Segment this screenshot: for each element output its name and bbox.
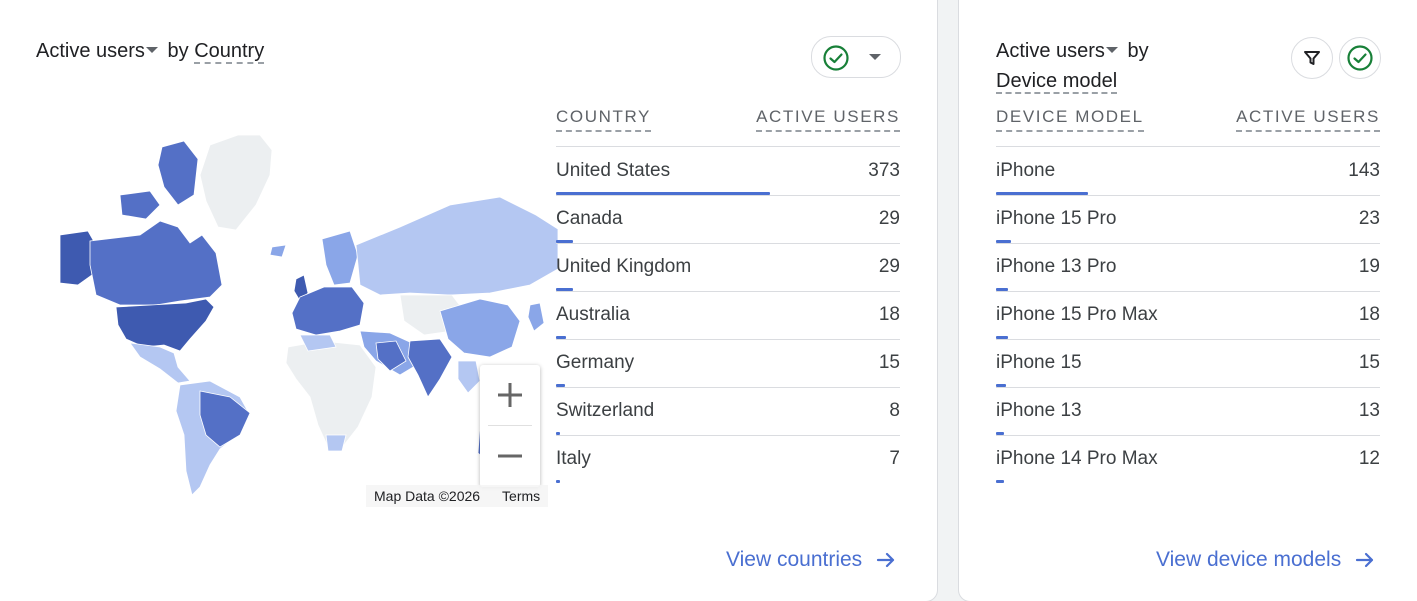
dimension-selector[interactable]: Device model [996,70,1118,94]
table-row[interactable]: iPhone 143 [996,147,1380,196]
row-share-bar [556,480,561,483]
row-value: 373 [868,160,900,181]
table-row[interactable]: Switzerland 8 [556,387,900,436]
arrow-right-icon [1356,552,1374,568]
row-value: 15 [1358,352,1380,373]
country-table: COUNTRY ACTIVE USERS United States 373 Can… [556,106,900,486]
dropdown-caret-icon [1105,47,1118,54]
table-row[interactable]: iPhone 14 Pro Max 12 [996,435,1380,483]
row-value: 18 [1358,304,1380,325]
row-label: Canada [556,208,623,229]
dropdown-caret-icon [145,47,158,54]
row-value: 23 [1358,208,1380,229]
compare-menu-button[interactable] [811,36,901,78]
row-label: iPhone 13 [996,400,1082,421]
zoom-in-button[interactable] [480,365,540,425]
row-label: iPhone 14 Pro Max [996,448,1158,469]
dropdown-caret-icon [869,54,881,60]
row-label: iPhone 15 Pro Max [996,304,1158,325]
view-device-models-link[interactable]: View device models [1156,548,1375,572]
map-region-india [407,338,453,398]
column-header-active-users[interactable]: ACTIVE USERS [756,106,900,132]
map-region-canada-arctic [157,140,199,206]
title-by: by [1127,40,1149,62]
row-value: 8 [889,400,900,421]
view-device-models-label: View device models [1156,548,1342,571]
metric-selector[interactable]: Active users [996,40,1122,62]
row-value: 12 [1358,448,1380,469]
table-row[interactable]: United States 373 [556,147,900,196]
map-attribution: Map Data ©2026 Terms [366,485,549,507]
table-row[interactable]: United Kingdom 29 [556,243,900,292]
row-label: United Kingdom [556,256,692,277]
row-value: 18 [878,304,900,325]
row-value: 19 [1358,256,1380,277]
row-value: 143 [1348,160,1380,181]
filter-button[interactable] [1291,37,1333,79]
table-row[interactable]: Italy 7 [556,435,900,483]
column-header-active-users[interactable]: ACTIVE USERS [1236,106,1380,132]
view-countries-link[interactable]: View countries [726,548,896,572]
row-share-bar [996,480,1004,483]
table-row[interactable]: Australia 18 [556,291,900,340]
compare-button[interactable] [1339,37,1381,79]
zoom-out-icon [498,454,522,458]
title-by: by [167,40,189,62]
device-card-title: Active users by Device model [996,36,1236,96]
device-table: DEVICE MODEL ACTIVE USERS iPhone 143 iPhon… [996,106,1380,486]
row-label: iPhone 13 Pro [996,256,1117,277]
table-row[interactable]: Germany 15 [556,339,900,388]
map-region-russia [355,196,558,296]
map-zoom-control [480,365,540,487]
row-label: United States [556,160,671,181]
map-region-china [439,298,521,358]
row-label: Germany [556,352,635,373]
column-header-device-model[interactable]: DEVICE MODEL [996,106,1144,132]
arrow-right-icon [877,552,895,568]
dimension-selector[interactable]: Country [194,40,265,64]
map-region-africa [285,340,377,448]
table-row[interactable]: iPhone 15 15 [996,339,1380,388]
row-value: 15 [878,352,900,373]
row-label: iPhone 15 [996,352,1082,373]
metric-selector[interactable]: Active users [36,40,162,62]
country-card-title: Active users by Country [36,36,265,66]
view-countries-label: View countries [726,548,863,571]
zoom-out-button[interactable] [480,426,540,486]
table-row[interactable]: iPhone 13 Pro 19 [996,243,1380,292]
row-label: iPhone 15 Pro [996,208,1117,229]
row-value: 7 [889,448,900,469]
row-label: iPhone [996,160,1056,181]
table-row[interactable]: iPhone 15 Pro 23 [996,195,1380,244]
check-circle-icon [823,45,849,71]
row-label: Italy [556,448,591,469]
row-value: 29 [878,208,900,229]
table-row[interactable]: iPhone 15 Pro Max 18 [996,291,1380,340]
zoom-in-icon [498,383,522,407]
table-row[interactable]: Canada 29 [556,195,900,244]
map-region-canada [89,220,223,306]
table-row[interactable]: iPhone 13 13 [996,387,1380,436]
map-data-label: Map Data ©2026 [374,488,481,504]
row-label: Australia [556,304,630,325]
row-value: 13 [1358,400,1380,421]
row-value: 29 [878,256,900,277]
map-terms-link[interactable]: Terms [502,488,540,504]
filter-icon [1304,51,1320,65]
row-label: Switzerland [556,400,655,421]
column-header-country[interactable]: COUNTRY [556,106,651,132]
check-circle-icon [1347,45,1373,71]
map-region-greenland [199,135,273,231]
